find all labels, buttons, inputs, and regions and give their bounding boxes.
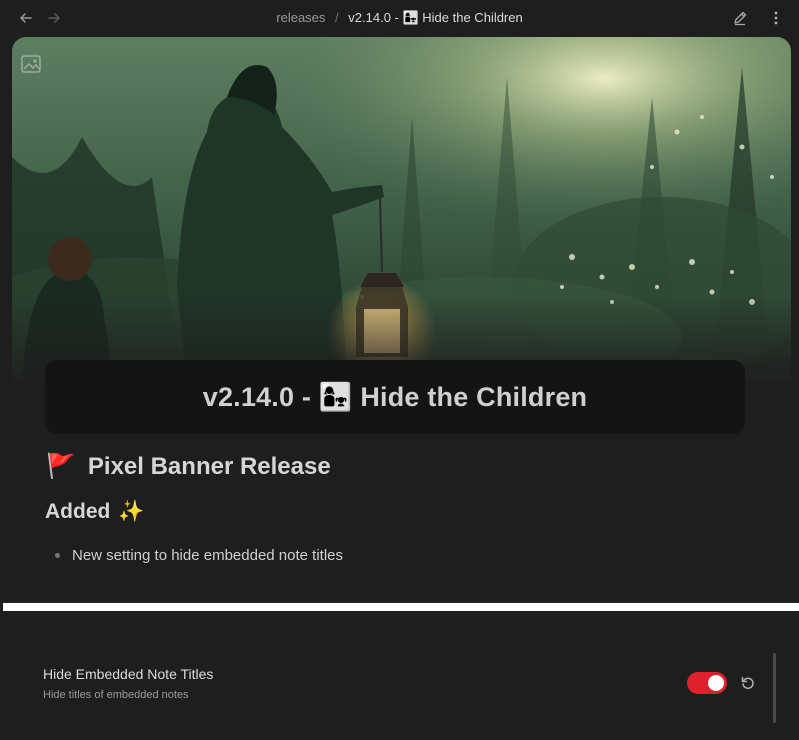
divider [3,603,799,611]
toggle-knob [708,675,724,691]
settings-panel: Hide Embedded Note Titles Hide titles of… [0,611,799,740]
pencil-edit-icon[interactable] [730,8,750,28]
list-item-text: New setting to hide embedded note titles [72,547,344,564]
heading-added: Added ✨ [45,500,144,524]
sparkles-icon: ✨ [118,500,145,523]
reset-icon[interactable] [738,673,758,693]
breadcrumb-separator: / [335,10,339,25]
breadcrumb-folder[interactable]: releases [276,10,325,25]
banner-image [12,37,791,382]
breadcrumb: releases / v2.14.0 - 👩‍👧 Hide the Childr… [0,10,799,26]
breadcrumb-current[interactable]: v2.14.0 - 👩‍👧 Hide the Children [348,10,522,25]
heading1-text: Pixel Banner Release [87,452,331,480]
more-options-icon[interactable] [766,8,786,28]
red-flag-icon: 🚩 [46,453,76,480]
heading2-text: Added [45,500,111,523]
note-title-box: v2.14.0 - 👩‍👧 Hide the Children [45,360,745,434]
setting-name: Hide Embedded Note Titles [43,666,214,682]
heading-pixel-banner-release: 🚩 Pixel Banner Release [46,452,331,481]
hide-embedded-titles-toggle[interactable] [687,672,727,694]
image-icon[interactable] [20,53,42,75]
setting-description: Hide titles of embedded notes [43,689,189,701]
top-bar: releases / v2.14.0 - 👩‍👧 Hide the Childr… [0,0,799,36]
list-item: New setting to hide embedded note titles [55,547,343,564]
bullet-dot [55,553,60,558]
scrollbar[interactable] [773,653,776,723]
note-title: v2.14.0 - 👩‍👧 Hide the Children [202,382,588,412]
